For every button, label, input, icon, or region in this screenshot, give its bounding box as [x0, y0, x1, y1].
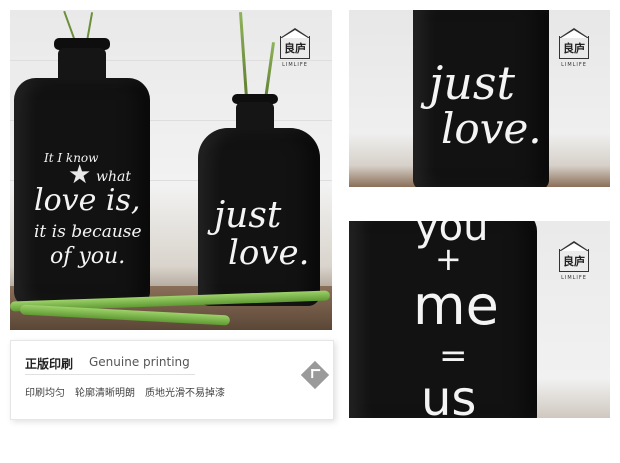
feature-caption: 正版印刷 Genuine printing 印刷均匀 轮廓清晰明朗 质地光滑不易… — [10, 340, 334, 420]
caption-feature: 印刷均匀 — [25, 388, 65, 399]
bottle-text-line: + — [435, 240, 462, 278]
star-charm-icon: ★ — [68, 160, 92, 190]
caption-feature-list: 印刷均匀 轮廓清晰明朗 质地光滑不易掉漆 — [25, 384, 225, 399]
bottle-text-line: just — [214, 195, 282, 236]
diamond-arrow-icon[interactable] — [300, 360, 330, 390]
bottle-text-line: love. — [228, 233, 310, 273]
bottle-text-line: love is, — [34, 183, 141, 218]
bottle-text-line: love. — [441, 104, 542, 153]
bottle-text-line: it is because — [34, 222, 142, 242]
bottle-text-line: us — [421, 371, 477, 418]
bottle-text-line: = — [439, 336, 468, 376]
divider — [25, 374, 195, 375]
bottle-text-line: me — [413, 274, 499, 337]
brand-logo-icon: 良庐 LIMLIFE — [276, 26, 314, 72]
brand-logo-icon: 良庐 LIMLIFE — [555, 239, 593, 285]
caption-feature: 质地光滑不易掉漆 — [145, 388, 225, 399]
detail-photo-you-me-us: you + me = us 良庐 LIMLIFE — [349, 221, 610, 418]
detail-photo-just-love: just love. 良庐 LIMLIFE — [349, 10, 610, 187]
main-product-photo: It I know what love is, it is because of… — [10, 10, 332, 330]
bottle-text-line: just — [429, 56, 515, 110]
bottle-text-line: what — [96, 169, 131, 185]
brand-logo-icon: 良庐 LIMLIFE — [555, 26, 593, 72]
bottle-text-line: of you. — [50, 244, 126, 269]
caption-subtitle: Genuine printing — [89, 355, 190, 369]
caption-title: 正版印刷 — [25, 357, 74, 371]
caption-feature: 轮廓清晰明朗 — [75, 388, 135, 399]
